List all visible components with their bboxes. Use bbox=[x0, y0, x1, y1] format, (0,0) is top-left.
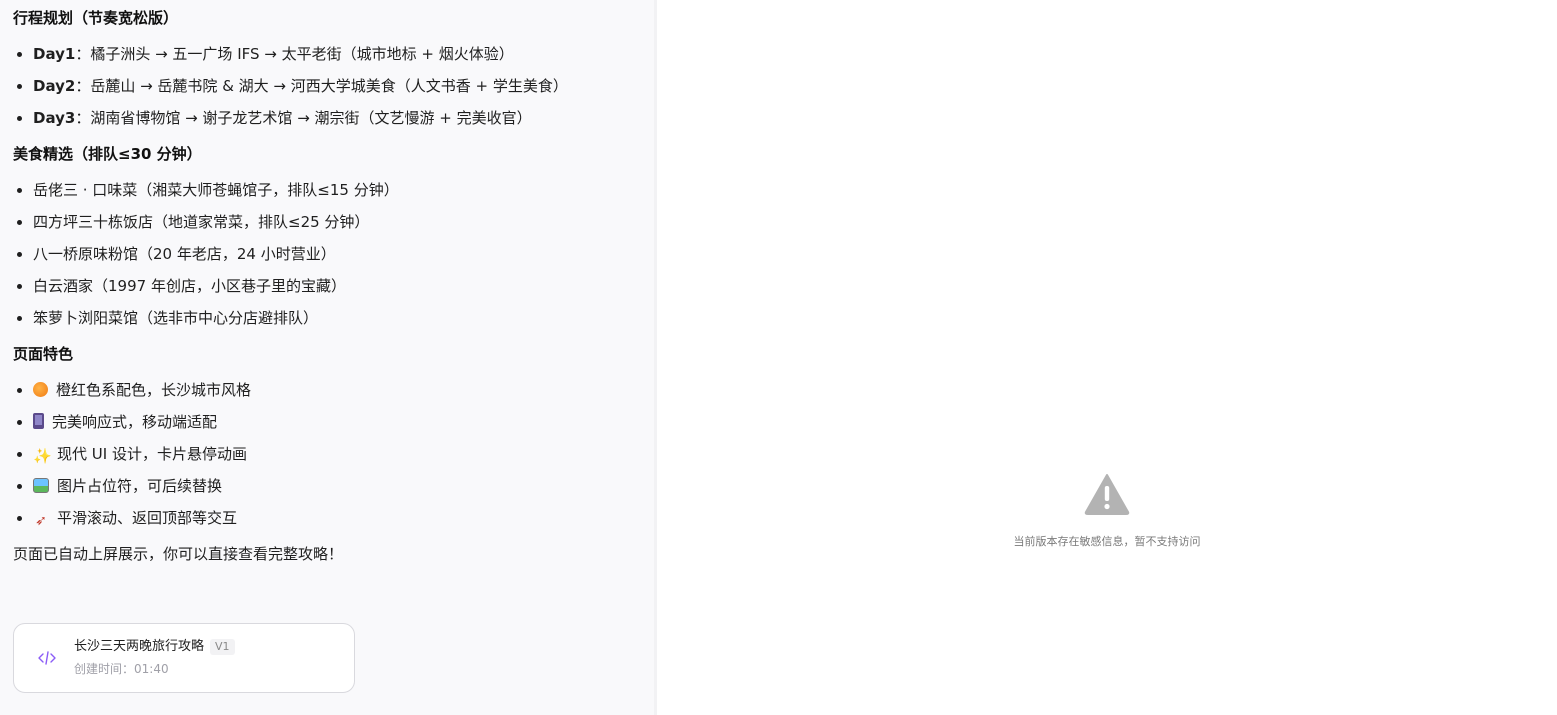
closing-text: 页面已自动上屏展示，你可以直接查看完整攻略！ bbox=[13, 545, 344, 563]
feature-text: 橙红色系配色，长沙城市风格 bbox=[56, 381, 252, 399]
feature-text: 图片占位符，可后续替换 bbox=[57, 477, 223, 495]
list-item: Day1：橘子洲头 → 五一广场 IFS → 太平老街（城市地标 + 烟火体验） bbox=[33, 38, 654, 70]
rocket-icon: ➶ bbox=[35, 513, 47, 529]
list-item: 完美响应式，移动端适配 bbox=[33, 406, 654, 438]
food-list: 岳佬三 · 口味菜（湘菜大师苍蝇馆子，排队≤15 分钟） 四方坪三十栋饭店（地道… bbox=[13, 174, 654, 334]
list-item: Day3：湖南省博物馆 → 谢子龙艺术馆 → 潮宗街（文艺慢游 + 完美收官） bbox=[33, 102, 654, 134]
feature-text: 平滑滚动、返回顶部等交互 bbox=[57, 509, 238, 527]
list-item: 岳佬三 · 口味菜（湘菜大师苍蝇馆子，排队≤15 分钟） bbox=[33, 174, 654, 206]
day-text: ：橘子洲头 → 五一广场 IFS → 太平老街（城市地标 + 烟火体验） bbox=[75, 45, 514, 63]
list-item: 八一桥原味粉馆（20 年老店，24 小时营业） bbox=[33, 238, 654, 270]
list-item: 白云酒家（1997 年创店，小区巷子里的宝藏） bbox=[33, 270, 654, 302]
picture-icon bbox=[33, 478, 49, 493]
sparkles-icon: ✨ bbox=[33, 447, 52, 465]
warning-message: 当前版本存在敏感信息，暂不支持访问 bbox=[1013, 535, 1201, 548]
orange-icon bbox=[33, 382, 48, 397]
day-label: Day1 bbox=[33, 45, 76, 63]
preview-warning: 当前版本存在敏感信息，暂不支持访问 bbox=[657, 473, 1557, 549]
food-heading: 美食精选（排队≤30 分钟） bbox=[13, 145, 202, 163]
list-item: ➶ 平滑滚动、返回顶部等交互 bbox=[33, 502, 654, 534]
day-label: Day2 bbox=[33, 77, 76, 95]
list-item: 橙红色系配色，长沙城市风格 bbox=[33, 374, 654, 406]
list-item: ✨ 现代 UI 设计，卡片悬停动画 bbox=[33, 438, 654, 470]
day-label: Day3 bbox=[33, 109, 76, 127]
day-text: ：湖南省博物馆 → 谢子龙艺术馆 → 潮宗街（文艺慢游 + 完美收官） bbox=[75, 109, 532, 127]
itinerary-heading: 行程规划（节奏宽松版） bbox=[13, 9, 179, 27]
card-body: 长沙三天两晚旅行攻略 V1 创建时间：01:40 bbox=[74, 638, 235, 678]
features-heading: 页面特色 bbox=[13, 345, 74, 363]
list-item: 笨萝卜浏阳菜馆（选非市中心分店避排队） bbox=[33, 302, 654, 334]
artifact-card[interactable]: 长沙三天两晚旅行攻略 V1 创建时间：01:40 bbox=[13, 623, 355, 693]
code-icon bbox=[36, 647, 58, 669]
list-item: 四方坪三十栋饭店（地道家常菜，排队≤25 分钟） bbox=[33, 206, 654, 238]
chat-panel: 行程规划（节奏宽松版） Day1：橘子洲头 → 五一广场 IFS → 太平老街（… bbox=[0, 0, 654, 715]
mobile-phone-icon bbox=[33, 413, 44, 429]
feature-text: 现代 UI 设计，卡片悬停动画 bbox=[57, 445, 247, 463]
card-title: 长沙三天两晚旅行攻略 bbox=[74, 639, 205, 654]
preview-panel: 当前版本存在敏感信息，暂不支持访问 bbox=[657, 0, 1557, 715]
day-text: ：岳麓山 → 岳麓书院 & 湖大 → 河西大学城美食（人文书香 + 学生美食） bbox=[75, 77, 568, 95]
version-badge: V1 bbox=[210, 639, 235, 655]
warning-icon bbox=[1084, 474, 1130, 515]
itinerary-list: Day1：橘子洲头 → 五一广场 IFS → 太平老街（城市地标 + 烟火体验）… bbox=[13, 38, 654, 134]
created-time: 创建时间：01:40 bbox=[74, 662, 169, 676]
feature-text: 完美响应式，移动端适配 bbox=[52, 413, 218, 431]
card-title-row: 长沙三天两晚旅行攻略 V1 bbox=[74, 638, 235, 656]
list-item: 图片占位符，可后续替换 bbox=[33, 470, 654, 502]
list-item: Day2：岳麓山 → 岳麓书院 & 湖大 → 河西大学城美食（人文书香 + 学生… bbox=[33, 70, 654, 102]
features-list: 橙红色系配色，长沙城市风格 完美响应式，移动端适配 ✨ 现代 UI 设计，卡片悬停… bbox=[13, 374, 654, 534]
